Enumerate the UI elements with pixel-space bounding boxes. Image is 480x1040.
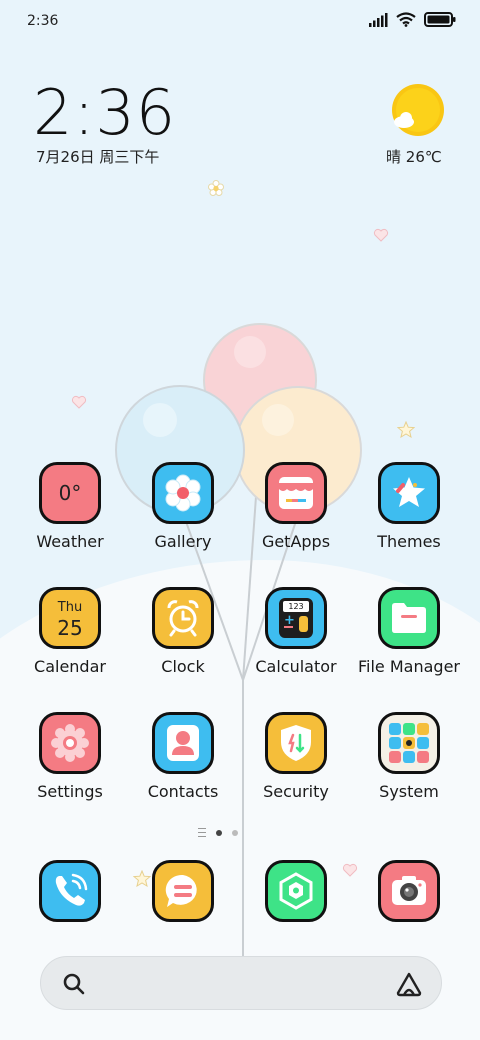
weather-condition: 晴: [386, 148, 402, 166]
app-weather[interactable]: 0° Weather: [14, 462, 126, 551]
app-label: Calendar: [34, 657, 106, 676]
file-manager-app-icon: [378, 587, 440, 649]
weather-temperature: 26℃: [405, 148, 442, 166]
folder-grid-icon: [389, 723, 429, 763]
gear-icon: [51, 724, 89, 762]
search-bar[interactable]: [40, 956, 442, 1010]
clock-widget-date[interactable]: 7月26日 周三下午: [36, 146, 159, 167]
getapps-app-icon: [265, 462, 327, 524]
dock-phone[interactable]: [14, 860, 126, 922]
status-icons: [368, 12, 456, 27]
app-drawer-indicator[interactable]: [198, 828, 206, 837]
battery-icon: [424, 12, 456, 27]
status-bar: 2:36: [0, 0, 480, 42]
calendar-weekday: Thu: [57, 600, 83, 615]
assistant-icon[interactable]: [395, 971, 423, 997]
search-icon[interactable]: [61, 971, 87, 997]
app-calculator[interactable]: 123 + Calculator: [240, 587, 352, 676]
app-label: File Manager: [358, 657, 460, 676]
dock-browser[interactable]: [240, 860, 352, 922]
app-file-manager[interactable]: File Manager: [353, 587, 465, 676]
mi-browser-icon: [265, 860, 327, 922]
calculator-app-icon: 123 +: [265, 587, 327, 649]
store-icon: [279, 477, 313, 509]
app-label: Settings: [37, 782, 103, 801]
camera-icon: [378, 860, 440, 922]
page-indicator[interactable]: [198, 828, 238, 837]
weather-app-badge: 0°: [58, 481, 82, 505]
page-dot-active[interactable]: [216, 829, 222, 836]
clock-widget-time[interactable]: 2:36: [33, 76, 176, 149]
hexagon-icon: [279, 872, 313, 910]
shield-icon: [281, 725, 311, 761]
app-calendar[interactable]: Thu 25 Calendar: [14, 587, 126, 676]
page-dot[interactable]: [232, 829, 238, 836]
calendar-date: 25: [57, 616, 83, 640]
home-screen: 2:36 2:36 7月26日 周三下午 晴 26℃ 0° Weather Ga…: [0, 0, 480, 1040]
themes-app-icon: [378, 462, 440, 524]
weather-widget-text[interactable]: 晴 26℃: [386, 146, 442, 167]
app-label: Themes: [377, 532, 441, 551]
app-getapps[interactable]: GetApps: [240, 462, 352, 551]
app-system-folder[interactable]: System: [353, 712, 465, 801]
clock-app-icon: [152, 587, 214, 649]
phone-icon: [39, 860, 101, 922]
app-contacts[interactable]: Contacts: [127, 712, 239, 801]
app-gallery[interactable]: Gallery: [127, 462, 239, 551]
status-time: 2:36: [27, 13, 59, 29]
app-label: Security: [263, 782, 329, 801]
app-settings[interactable]: Settings: [14, 712, 126, 801]
app-label: Gallery: [154, 532, 212, 551]
camera-lens-icon: [392, 876, 426, 905]
person-icon: [167, 725, 199, 761]
gallery-app-icon: [152, 462, 214, 524]
app-security[interactable]: Security: [240, 712, 352, 801]
settings-app-icon: [39, 712, 101, 774]
signal-icon: [369, 12, 388, 27]
star-icon: [393, 477, 425, 507]
contacts-app-icon: [152, 712, 214, 774]
heart-decoration-icon: [373, 228, 389, 242]
app-label: Contacts: [147, 782, 219, 801]
app-label: Clock: [161, 657, 205, 676]
app-clock[interactable]: Clock: [127, 587, 239, 676]
app-label: Weather: [36, 532, 104, 551]
app-label: Calculator: [255, 657, 337, 676]
folder-icon: [392, 603, 426, 633]
app-themes[interactable]: Themes: [353, 462, 465, 551]
weather-app-icon: 0°: [39, 462, 101, 524]
dock-camera[interactable]: [353, 860, 465, 922]
calendar-app-icon: Thu 25: [39, 587, 101, 649]
sunny-weather-icon[interactable]: [392, 84, 444, 136]
dock-messages[interactable]: [127, 860, 239, 922]
app-label: GetApps: [261, 532, 331, 551]
chat-bubble-icon: [165, 874, 197, 907]
phone-handset-icon: [55, 873, 88, 906]
wifi-icon: [396, 12, 416, 27]
messages-icon: [152, 860, 214, 922]
alarm-clock-icon: [167, 600, 199, 637]
calculator-display: 123: [283, 601, 309, 612]
system-folder-icon: [378, 712, 440, 774]
flower-icon: [165, 474, 201, 512]
security-app-icon: [265, 712, 327, 774]
flower-decoration-icon: [208, 180, 224, 196]
app-label: System: [379, 782, 439, 801]
